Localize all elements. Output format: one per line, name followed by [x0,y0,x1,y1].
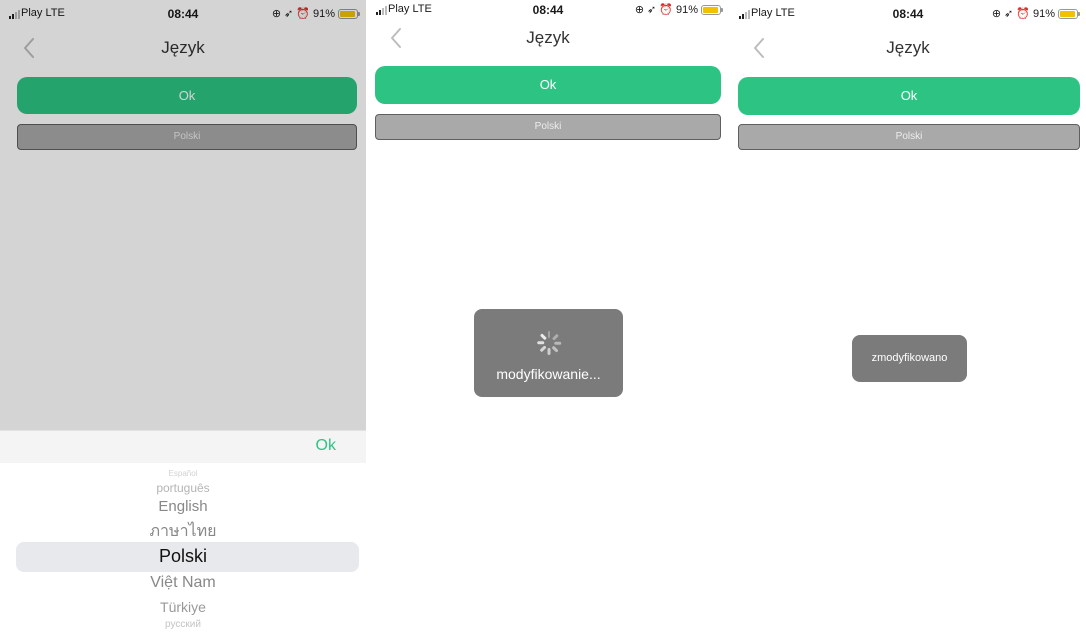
spinner-spoke [547,348,550,355]
picker-ok-button[interactable]: Ok [316,437,336,455]
lock-rotation-icon: ⊕ [991,8,1002,20]
screen-modifying: Play LTE 08:44 ⊕ ➶ ⏰ 91% Język Ok Polski… [367,0,729,633]
picker-option[interactable]: English [0,498,366,515]
spinner-spoke [539,333,547,341]
spinner-spoke [539,345,547,353]
spinner-spoke [553,341,561,345]
page-title: Język [526,28,570,47]
loading-message: modyfikowanie... [496,366,601,382]
battery-percent: 91% [675,3,698,16]
ok-button[interactable]: Ok [375,66,721,104]
picker-toolbar: Ok [0,430,366,463]
picker-option[interactable]: Español [0,469,366,478]
loading-toast: modyfikowanie... [474,309,623,397]
picker-option[interactable]: português [0,481,366,495]
picker-option-selected[interactable]: Polski [0,546,366,567]
alarm-icon: ⏰ [659,4,673,16]
loading-spinner-icon [536,330,562,356]
location-icon: ➶ [1004,8,1014,20]
ok-button[interactable]: Ok [738,77,1080,115]
battery-percent: 91% [1032,7,1055,20]
alarm-icon: ⏰ [1016,8,1030,20]
lock-rotation-icon: ⊕ [634,4,645,16]
location-icon: ➶ [647,4,657,16]
status-right: ⊕ ➶ ⏰ 91% [634,3,723,16]
spinner-spoke [547,331,550,338]
nav-bar: Język [367,18,729,58]
page-title: Język [886,38,930,57]
status-bar: Play LTE 08:44 ⊕ ➶ ⏰ 91% [367,0,729,20]
picker-option[interactable]: Việt Nam [0,574,366,592]
success-toast: zmodyfikowano [852,335,967,382]
spinner-spoke [551,333,559,341]
picker-option[interactable]: Türkiye [0,599,366,615]
language-picker-wheel[interactable]: Español português English ภาษาไทย Polski… [0,463,366,633]
nav-bar: Język [730,28,1086,68]
status-right: ⊕ ➶ ⏰ 91% [991,7,1080,20]
spinner-spoke [551,345,559,353]
language-select-field[interactable]: Polski [375,114,721,140]
picker-option[interactable]: ภาษาไทย [0,519,366,544]
dim-overlay[interactable] [0,0,366,430]
status-bar: Play LTE 08:44 ⊕ ➶ ⏰ 91% [730,4,1086,24]
screen-language-picker: Play LTE 08:44 ⊕ ➶ ⏰ 91% Język Ok Polski… [0,0,366,633]
battery-icon [701,4,723,15]
screen-modified: Play LTE 08:44 ⊕ ➶ ⏰ 91% Język Ok Polski… [730,0,1086,633]
battery-icon [1058,8,1080,19]
spinner-spoke [536,341,544,345]
language-select-field[interactable]: Polski [738,124,1080,150]
picker-option[interactable]: русский [0,619,366,630]
